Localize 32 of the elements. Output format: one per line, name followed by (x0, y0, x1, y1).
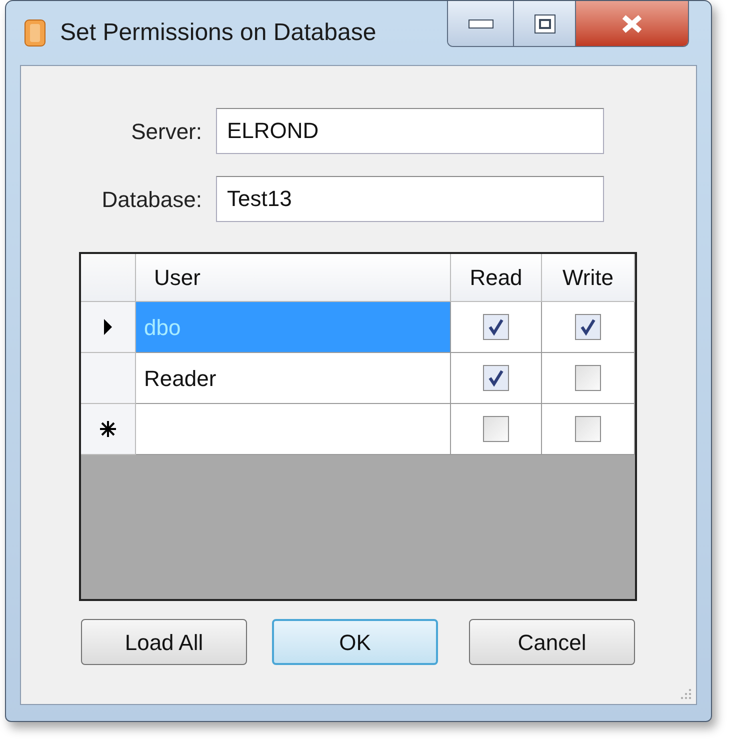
new-row-icon (99, 420, 117, 438)
column-header[interactable]: Read (451, 254, 542, 302)
checkbox[interactable] (575, 365, 601, 391)
app-icon (24, 19, 46, 47)
checkbox[interactable] (575, 314, 601, 340)
window-title: Set Permissions on Database (60, 18, 376, 48)
table-cell: dbo (136, 302, 451, 353)
dialog-button[interactable]: OK (272, 619, 438, 665)
close-icon (621, 14, 643, 34)
header-corner (81, 254, 136, 302)
dialog-button[interactable]: Load All (81, 619, 247, 665)
row-header[interactable] (81, 404, 136, 455)
minimize-icon (468, 18, 494, 28)
maximize-icon (534, 14, 556, 34)
table-cell: Reader (136, 353, 451, 404)
column-header[interactable]: Write (542, 254, 635, 302)
checkbox[interactable] (575, 416, 601, 442)
maximize-button[interactable] (514, 1, 576, 46)
row-header[interactable] (81, 302, 136, 353)
input-field[interactable]: Test13 (216, 176, 604, 222)
field-label: Server: (130, 118, 203, 146)
field-label: Database: (100, 186, 203, 214)
checkbox[interactable] (483, 416, 509, 442)
current-row-icon (103, 318, 113, 336)
dialog-button[interactable]: Cancel (469, 619, 635, 665)
input-field[interactable]: ELROND (216, 108, 604, 154)
checkbox[interactable] (483, 365, 509, 391)
minimize-button[interactable] (448, 1, 514, 46)
checkbox[interactable] (483, 314, 509, 340)
column-header[interactable]: User (136, 254, 451, 302)
close-button[interactable] (576, 1, 688, 46)
resize-grip-icon (680, 688, 692, 700)
